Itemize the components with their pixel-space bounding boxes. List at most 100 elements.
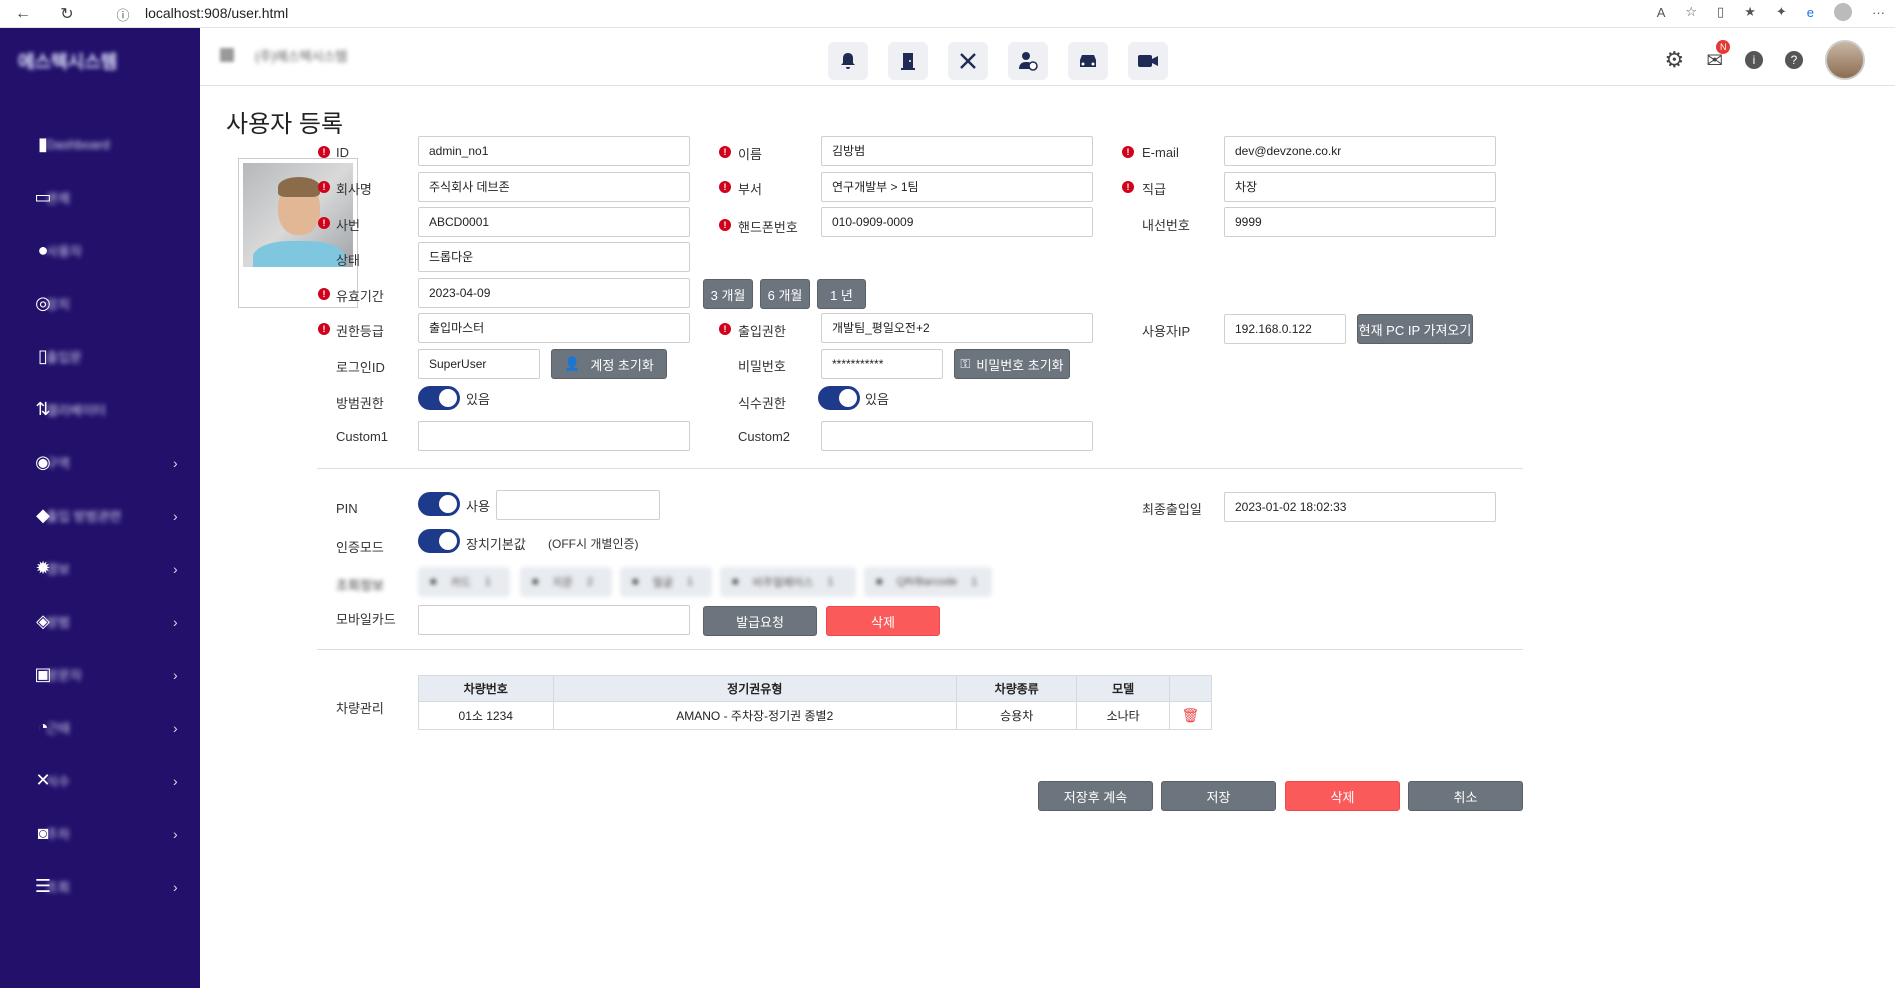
auth-mode-toggle[interactable] xyxy=(418,529,460,553)
level-field[interactable]: 출입마스터 xyxy=(418,313,690,343)
auth-type-icon: ■ xyxy=(430,576,437,588)
sidebar-item-3[interactable]: ◎ 장치 xyxy=(0,277,200,330)
mail-icon[interactable]: ✉ N xyxy=(1706,39,1731,73)
3-months-button[interactable]: 3 개월 xyxy=(703,279,753,309)
meal-toggle[interactable] xyxy=(818,386,860,410)
door-icon[interactable] xyxy=(888,42,928,80)
sidebar-item-10[interactable]: ▣ 방문자 › xyxy=(0,648,200,701)
help-icon[interactable]: ? xyxy=(1785,51,1803,69)
ext-field[interactable]: 9999 xyxy=(1224,207,1496,237)
sidebar-item-13[interactable]: ◙ 주차 › xyxy=(0,807,200,860)
auth-chip[interactable]: ■ 얼굴 1 xyxy=(620,567,712,597)
auth-info-label: 조회정보 xyxy=(336,578,384,593)
sidebar-item-11[interactable]: ◔ 근태 › xyxy=(0,701,200,754)
security-toggle[interactable] xyxy=(418,386,460,410)
sidebar-item-label: 관제 xyxy=(46,191,70,206)
valid-label: 유효기간 xyxy=(336,289,384,304)
save-button[interactable]: 저장 xyxy=(1161,781,1276,811)
issue-button[interactable]: 발급요청 xyxy=(703,606,817,636)
last-access-field[interactable]: 2023-01-02 18:02:33 xyxy=(1224,492,1496,522)
1-year-button[interactable]: 1 년 xyxy=(817,279,866,309)
top-bar: (주)에스텍시스템 ⚙ ✉ N i ? xyxy=(200,28,1895,86)
utensils-icon[interactable] xyxy=(948,42,988,80)
ext-label: 내선번호 xyxy=(1142,218,1190,233)
extension-icon[interactable]: ✦ xyxy=(1776,4,1787,20)
user-ip-label: 사용자IP xyxy=(1142,324,1191,339)
pin-toggle[interactable] xyxy=(418,492,460,516)
emp-no-field[interactable]: ABCD0001 xyxy=(418,207,690,237)
info-circle-icon[interactable]: i xyxy=(1745,51,1763,69)
sidebar-item-5[interactable]: ⇅ 엘리베이터 xyxy=(0,383,200,436)
id-field[interactable]: admin_no1 xyxy=(418,136,690,166)
email-field[interactable]: dev@devzone.co.kr xyxy=(1224,136,1496,166)
6-months-button[interactable]: 6 개월 xyxy=(760,279,810,309)
avatar[interactable] xyxy=(1825,40,1865,80)
gear-icon[interactable]: ⚙ xyxy=(1665,47,1685,73)
custom2-field[interactable] xyxy=(821,421,1093,451)
favorite-icon[interactable]: ☆ xyxy=(1685,4,1697,20)
bell-icon[interactable] xyxy=(828,42,868,80)
dept-field[interactable]: 연구개발부 > 1팀 xyxy=(821,172,1093,202)
sidebar-item-12[interactable]: ✕ 식수 › xyxy=(0,754,200,807)
name-label: 이름 xyxy=(738,147,762,162)
user-clock-icon[interactable] xyxy=(1008,42,1048,80)
auth-chip[interactable]: ■ 비주얼페이스 1 xyxy=(720,567,856,597)
sidebar-item-9[interactable]: ◈ 방범 › xyxy=(0,595,200,648)
user-ip-field[interactable]: 192.168.0.122 xyxy=(1224,314,1346,344)
reload-icon[interactable]: ↻ xyxy=(56,3,78,25)
back-icon[interactable]: ← xyxy=(12,3,34,25)
get-ip-button[interactable]: 현재 PC IP 가져오기 xyxy=(1357,314,1473,344)
status-select[interactable]: 드롭다운 xyxy=(418,242,690,272)
auth-chip[interactable]: ■ QR/Barcode 1 xyxy=(864,567,992,597)
sidebar-item-7[interactable]: ◆ 출입 방범관련 › xyxy=(0,489,200,542)
sidebar-item-4[interactable]: ▯ 출입문 xyxy=(0,330,200,383)
status-label: 상태 xyxy=(336,253,360,268)
cancel-button[interactable]: 취소 xyxy=(1408,781,1523,811)
more-icon[interactable]: ··· xyxy=(1872,5,1885,20)
company-field[interactable]: 주식회사 데브존 xyxy=(418,172,690,202)
phone-field[interactable]: 010-0909-0009 xyxy=(821,207,1093,237)
address-bar[interactable]: localhost:908/user.html xyxy=(145,5,288,21)
trash-icon[interactable]: 🗑 xyxy=(1182,707,1200,723)
car-icon[interactable] xyxy=(1068,42,1108,80)
sidebar-item-6[interactable]: ◉ 구역 › xyxy=(0,436,200,489)
reset-password-button[interactable]: ⚿ 비밀번호 초기화 xyxy=(954,349,1070,379)
custom1-field[interactable] xyxy=(418,421,690,451)
main-content: 사용자 등록 ! ID admin_no1 ! 이름 김방범 ! E-mail … xyxy=(200,86,1895,988)
save-continue-button[interactable]: 저장후 계속 xyxy=(1038,781,1153,811)
profile-icon[interactable] xyxy=(1834,3,1852,21)
split-screen-icon[interactable]: ▯ xyxy=(1717,4,1724,20)
valid-date-field[interactable]: 2023-04-09 xyxy=(418,278,690,308)
position-field[interactable]: 차장 xyxy=(1224,172,1496,202)
password-field[interactable]: *********** xyxy=(821,349,943,379)
info-icon[interactable]: ⓘ xyxy=(112,3,134,25)
sidebar-item-0[interactable]: ▮ Dashboard xyxy=(0,118,200,171)
favorites-icon[interactable]: ★ xyxy=(1744,4,1756,20)
company-selector[interactable]: (주)에스텍시스템 xyxy=(255,46,347,65)
access-field[interactable]: 개발팀_평일오전+2 xyxy=(821,313,1093,343)
mobile-card-field[interactable] xyxy=(418,605,690,635)
sidebar-item-label: 주차 xyxy=(46,827,70,842)
reset-account-button[interactable]: 👤 계정 초기화 xyxy=(551,349,667,379)
sidebar-item-8[interactable]: ✹ 경보 › xyxy=(0,542,200,595)
sidebar-item-label: 구역 xyxy=(46,456,70,471)
required-icon: ! xyxy=(318,146,330,158)
sidebar-item-2[interactable]: ● 사용자 xyxy=(0,224,200,277)
required-icon: ! xyxy=(719,181,731,193)
sidebar-item-1[interactable]: ▭ 관제 xyxy=(0,171,200,224)
video-icon[interactable] xyxy=(1128,42,1168,80)
auth-chip[interactable]: ■ 지문 2 xyxy=(520,567,612,597)
read-aloud-icon[interactable]: A xyxy=(1657,5,1666,20)
delete-card-button[interactable]: 삭제 xyxy=(826,606,940,636)
pin-field[interactable] xyxy=(496,490,660,520)
table-cell: 01소 1234 xyxy=(418,701,554,730)
sidebar-item-label: 출입문 xyxy=(46,350,82,365)
sidebar-item-14[interactable]: ☰ 조회 › xyxy=(0,860,200,913)
name-field[interactable]: 김방범 xyxy=(821,136,1093,166)
browser-essentials-icon[interactable]: e xyxy=(1807,5,1814,20)
delete-button[interactable]: 삭제 xyxy=(1285,781,1400,811)
logo[interactable]: 에스텍시스템 xyxy=(18,48,168,72)
auth-chip[interactable]: ■ 카드 1 xyxy=(418,567,510,597)
login-id-field[interactable]: SuperUser xyxy=(418,349,540,379)
sidebar-nav: ▮ Dashboard ▭ 관제 ● 사용자 ◎ 장치 ▯ 출입문 ⇅ 엘리베이… xyxy=(0,118,200,913)
